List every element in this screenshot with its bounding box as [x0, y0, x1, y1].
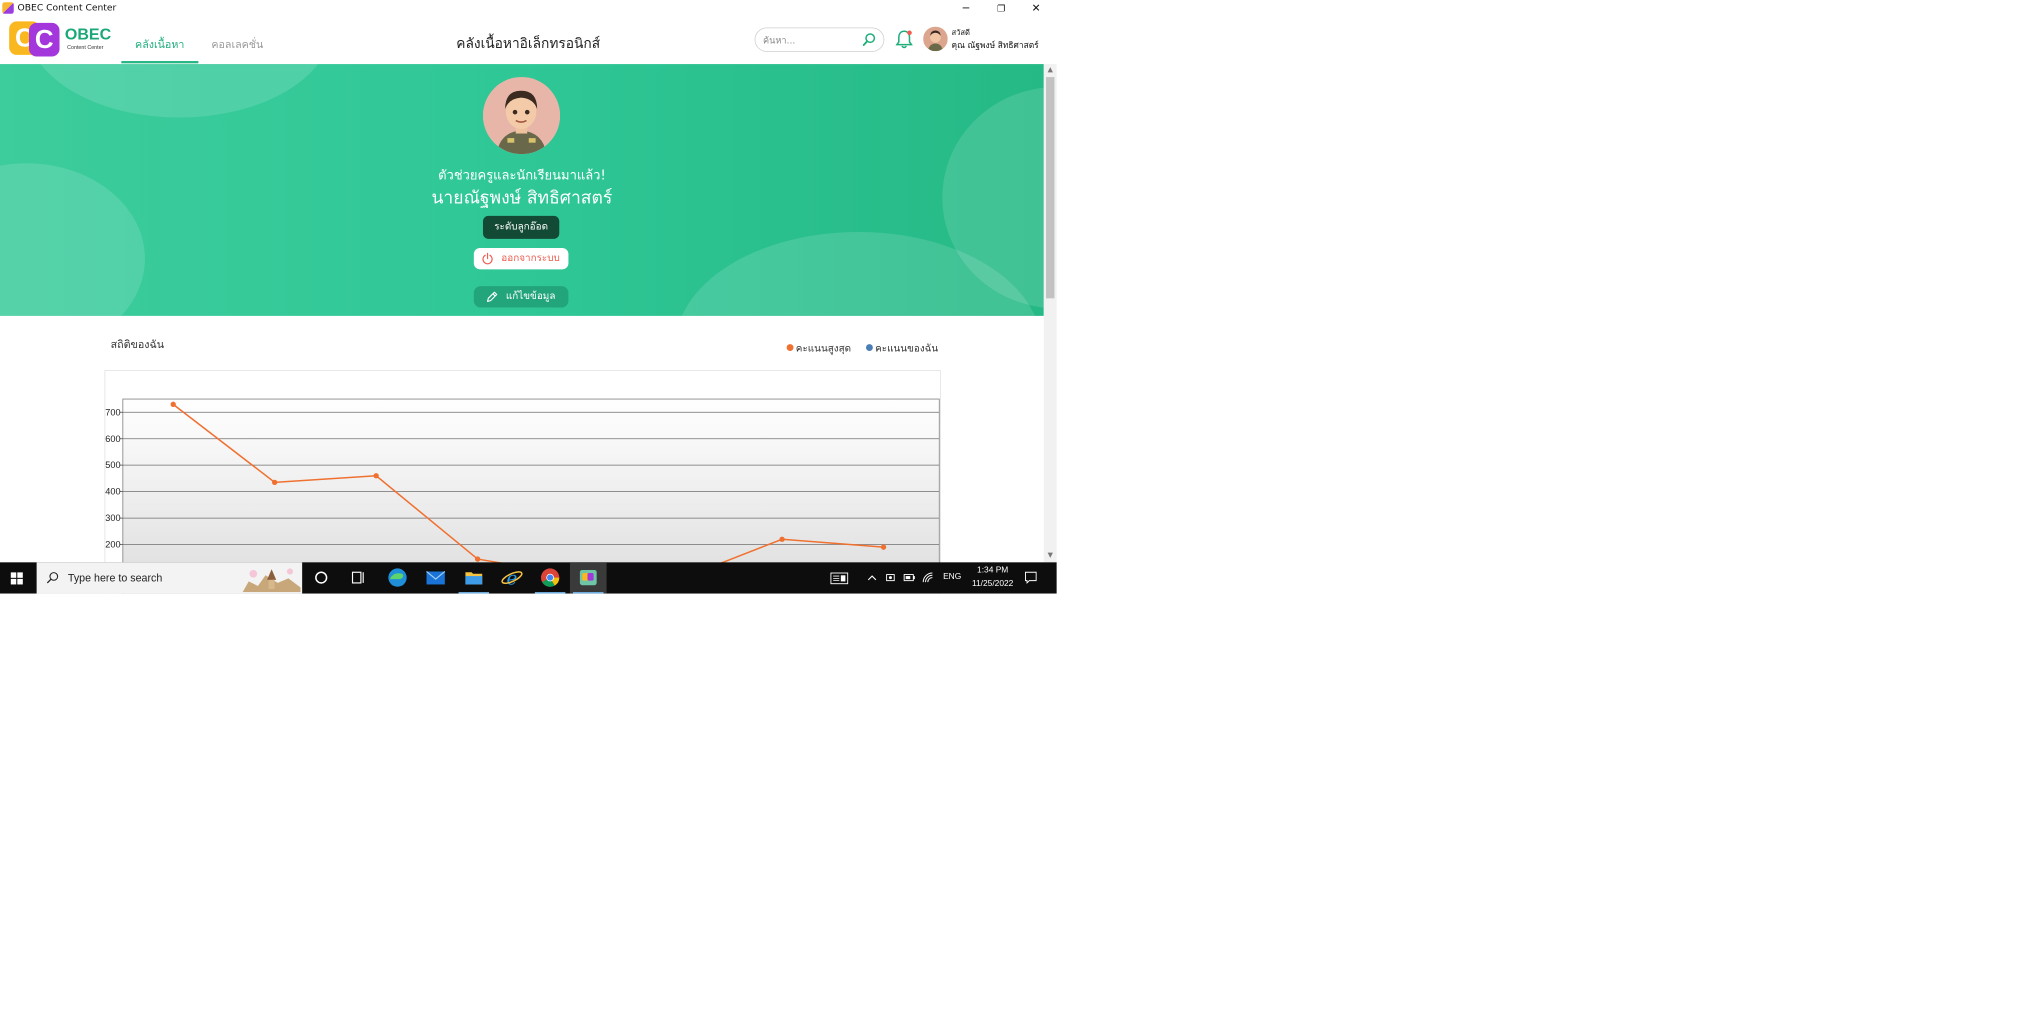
search-icon[interactable] — [861, 32, 876, 47]
y-tick-label: 200 — [105, 540, 120, 550]
active-tab-indicator — [121, 61, 199, 64]
close-button[interactable]: ✕ — [1019, 0, 1054, 17]
data-point — [373, 473, 379, 479]
user-name[interactable]: คุณ ณัฐพงษ์ สิทธิศาสตร์ — [951, 38, 1038, 52]
minimize-button[interactable]: ─ — [948, 0, 983, 17]
pencil-icon — [486, 291, 498, 302]
windows-start-icon[interactable] — [10, 572, 23, 585]
chevron-up-icon[interactable] — [867, 573, 878, 582]
scrollbar-thumb[interactable] — [1046, 77, 1055, 299]
y-tick-label: 400 — [105, 487, 120, 497]
level-badge: ระดับลูกอ๊อด — [482, 215, 560, 239]
edit-profile-label: แก้ไขข้อมูล — [505, 290, 556, 303]
y-tick-label: 700 — [105, 407, 120, 417]
scroll-down-icon[interactable]: ▼ — [1044, 549, 1057, 562]
tab-content-library[interactable]: คลังเนื้อหา — [135, 37, 184, 54]
stats-chart-container: 100200300400500600700 — [104, 370, 941, 594]
chrome-icon[interactable] — [532, 562, 569, 594]
search-input[interactable] — [761, 32, 860, 49]
wifi-icon[interactable] — [922, 571, 934, 583]
edit-profile-button[interactable]: แก้ไขข้อมูล — [473, 286, 569, 308]
decor-bubble — [26, 64, 332, 118]
window-title: OBEC Content Center — [17, 2, 117, 13]
meet-now-icon[interactable] — [885, 572, 896, 583]
obec-logo[interactable]: C C OBEC Content Center — [9, 21, 123, 59]
data-point — [474, 556, 481, 562]
profile-banner: ตัวช่วยครูและนักเรียนมาแล้ว! นายณัฐพงษ์ … — [0, 64, 1044, 316]
y-tick-label: 600 — [105, 434, 120, 444]
taskbar-search-placeholder: Type here to search — [67, 571, 163, 584]
stats-line-chart: 100200300400500600700 — [105, 398, 940, 594]
news-widget-icon[interactable] — [830, 572, 849, 585]
legend-dot-icon — [866, 344, 873, 351]
taskbar-search-box[interactable]: Type here to search — [36, 562, 303, 594]
windows-taskbar: Type here to search e ENG 1:34 PM 11/25/… — [0, 562, 1057, 594]
vertical-scrollbar[interactable]: ▲ ▼ — [1043, 64, 1057, 563]
legend-label: คะแนนสูงสุด — [795, 343, 852, 355]
language-indicator[interactable]: ENG — [943, 572, 961, 581]
screen: OBEC Content Center ─ ❐ ✕ C C OBEC Conte… — [0, 0, 1057, 594]
obec-app-icon[interactable] — [569, 562, 607, 594]
file-explorer-icon[interactable] — [456, 562, 493, 594]
clock-time[interactable]: 1:34 PM — [974, 565, 1012, 574]
taskbar-search-icon — [46, 572, 59, 584]
legend-dot-icon — [786, 344, 794, 351]
cortana-icon[interactable] — [303, 562, 340, 593]
clock-date[interactable]: 11/25/2022 — [967, 579, 1017, 588]
data-point — [880, 544, 887, 550]
page-title: คลังเนื้อหาอิเล็กทรอนิกส์ — [456, 35, 601, 52]
logout-label: ออกจากระบบ — [501, 252, 560, 264]
search-box — [754, 27, 885, 52]
logo-mark-right: C — [28, 22, 60, 57]
battery-icon[interactable] — [903, 573, 915, 582]
notification-center-icon[interactable] — [1025, 571, 1037, 584]
logo-text: OBEC — [64, 25, 112, 44]
logo-subtext: Content Center — [67, 45, 104, 51]
user-avatar[interactable] — [923, 26, 948, 52]
scroll-up-icon[interactable]: ▲ — [1044, 64, 1057, 77]
edge-icon[interactable] — [379, 562, 416, 593]
y-tick-label: 300 — [105, 513, 120, 523]
stats-title: สถิติของฉัน — [110, 338, 165, 351]
hero-tagline: ตัวช่วยครูและนักเรียนมาแล้ว! — [438, 167, 606, 184]
mail-icon[interactable] — [417, 562, 454, 593]
data-point — [779, 536, 785, 542]
power-icon — [482, 252, 493, 265]
legend-label: คะแนนของฉัน — [875, 343, 939, 355]
profile-avatar — [482, 77, 561, 155]
data-point — [170, 401, 176, 408]
app-icon — [2, 2, 14, 14]
task-view-icon[interactable] — [340, 562, 377, 593]
notification-bell-icon[interactable] — [895, 29, 913, 50]
app-header: C C OBEC Content Center คลังเนื้อหา คอลเ… — [0, 16, 1044, 65]
profile-name: นายณัฐพงษ์ สิทธิศาสตร์ — [431, 188, 613, 209]
logout-button[interactable]: ออกจากระบบ — [473, 247, 569, 270]
y-tick-label: 500 — [105, 460, 120, 470]
search-highlight-art-icon — [242, 568, 301, 593]
window-titlebar: OBEC Content Center ─ ❐ ✕ — [0, 0, 1057, 17]
internet-explorer-icon[interactable]: e — [494, 562, 531, 593]
restore-button[interactable]: ❐ — [984, 0, 1019, 17]
data-point — [272, 479, 278, 486]
tab-collections[interactable]: คอลเลคชั่น — [211, 37, 263, 54]
